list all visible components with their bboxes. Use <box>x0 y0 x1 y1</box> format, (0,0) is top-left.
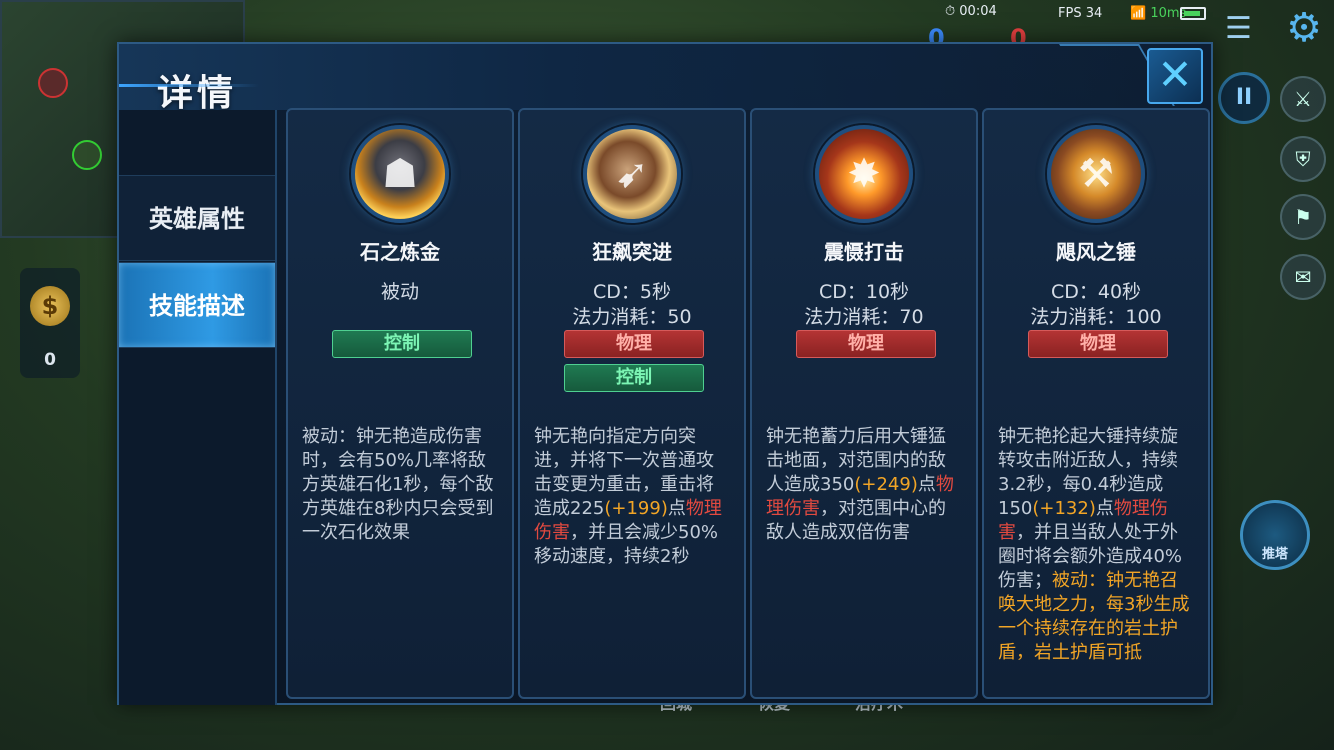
skill-description: 被动：钟无艳造成伤害时，会有50%几率将敌方英雄石化1秒，每个敌方英雄在8秒内只… <box>302 426 494 543</box>
pause-button[interactable]: II <box>1218 72 1270 124</box>
push-tower-label: 推塔 <box>1261 547 1288 562</box>
ping-readout: 📶 10ms <box>1130 6 1187 21</box>
tab-skill-description[interactable]: 技能描述 <box>119 262 275 348</box>
panel-title: 详情 <box>157 73 238 114</box>
flag-icon[interactable]: ⚑ <box>1280 194 1326 240</box>
panel-header: 详情 ✕ <box>119 44 1211 114</box>
skill-name: 石之炼金 <box>360 240 440 264</box>
skill-card-1: ➹ 狂飙突进 CD：5秒 法力消耗：50 物理 控制 钟无艳向指定方向突进，并将… <box>518 108 746 699</box>
skill-description: 钟无艳蓄力后用大锤猛击地面，对范围内的敌人造成350(+249)点物理伤害，对范… <box>766 426 954 543</box>
skill-card-3: ⚒ 飓风之锤 CD：40秒 法力消耗：100 物理 钟无艳抡起大锤持续旋转攻击附… <box>982 108 1210 699</box>
ground-slam-icon: ✸ <box>815 125 913 223</box>
skill-mana-cost: 法力消耗：50 <box>572 306 692 328</box>
money-bag-icon: $ <box>30 286 70 326</box>
chat-icon[interactable]: ✉ <box>1280 254 1326 300</box>
skill-type: 被动 <box>380 281 419 303</box>
skill-cooldown: CD：10秒 <box>818 281 910 303</box>
skill-description[interactable]: 钟无艳抡起大锤持续旋转攻击附近敌人，持续3.2秒，每0.4秒造成150(+132… <box>998 425 1194 671</box>
gear-icon[interactable]: ⚙ <box>1282 6 1326 50</box>
close-button[interactable]: ✕ <box>1147 48 1203 104</box>
fps-readout: FPS 34 <box>1058 6 1103 21</box>
menu-list-icon[interactable]: ☰ <box>1225 14 1261 44</box>
battery-icon <box>1180 7 1206 20</box>
skill-description: 钟无艳向指定方向突进，并将下一次普通攻击变更为重击，重击将造成225(+199)… <box>534 426 722 567</box>
skill-name: 飓风之锤 <box>1056 240 1136 264</box>
skill-cooldown: CD：40秒 <box>1050 281 1142 303</box>
skill-card-2: ✸ 震慑打击 CD：10秒 法力消耗：70 物理 钟无艳蓄力后用大锤猛击地面，对… <box>750 108 978 699</box>
gold-value: 0 <box>44 350 56 370</box>
tag-control: 控制 <box>332 330 472 358</box>
skill-card-passive: ☗ 石之炼金 被动 控制 被动：钟无艳造成伤害时，会有50%几率将敌方英雄石化1… <box>286 108 514 699</box>
skill-cooldown: CD：5秒 <box>593 281 671 303</box>
enemy-hero-marker <box>38 68 68 98</box>
tag-control: 控制 <box>564 364 704 392</box>
gold-panel[interactable]: $ 0 <box>20 268 80 378</box>
push-tower-button[interactable]: 推塔 <box>1240 500 1310 570</box>
dash-icon: ➹ <box>583 125 681 223</box>
shield-icon[interactable]: ⛨ <box>1280 136 1326 182</box>
skill-mana-cost: 法力消耗：70 <box>804 306 924 328</box>
match-timer: ⏱ 00:04 <box>945 4 997 19</box>
skill-name: 狂飙突进 <box>592 240 672 264</box>
details-panel: 详情 ✕ 英雄属性 技能描述 ☗ 石之炼金 被动 控制 被动：钟无艳造成伤害时，… <box>117 42 1213 705</box>
stone-alchemy-icon: ☗ <box>351 125 449 223</box>
tab-hero-attributes[interactable]: 英雄属性 <box>119 175 275 261</box>
sidebar: 英雄属性 技能描述 <box>119 110 277 705</box>
hammer-spin-icon: ⚒ <box>1047 125 1145 223</box>
skill-mana-cost: 法力消耗：100 <box>1030 306 1162 328</box>
skill-name: 震慑打击 <box>824 240 904 264</box>
tag-physical: 物理 <box>796 330 936 358</box>
tag-physical: 物理 <box>564 330 704 358</box>
tag-physical: 物理 <box>1028 330 1168 358</box>
ally-hero-marker <box>72 140 102 170</box>
sword-icon[interactable]: ⚔ <box>1280 76 1326 122</box>
header-accent <box>119 84 259 87</box>
